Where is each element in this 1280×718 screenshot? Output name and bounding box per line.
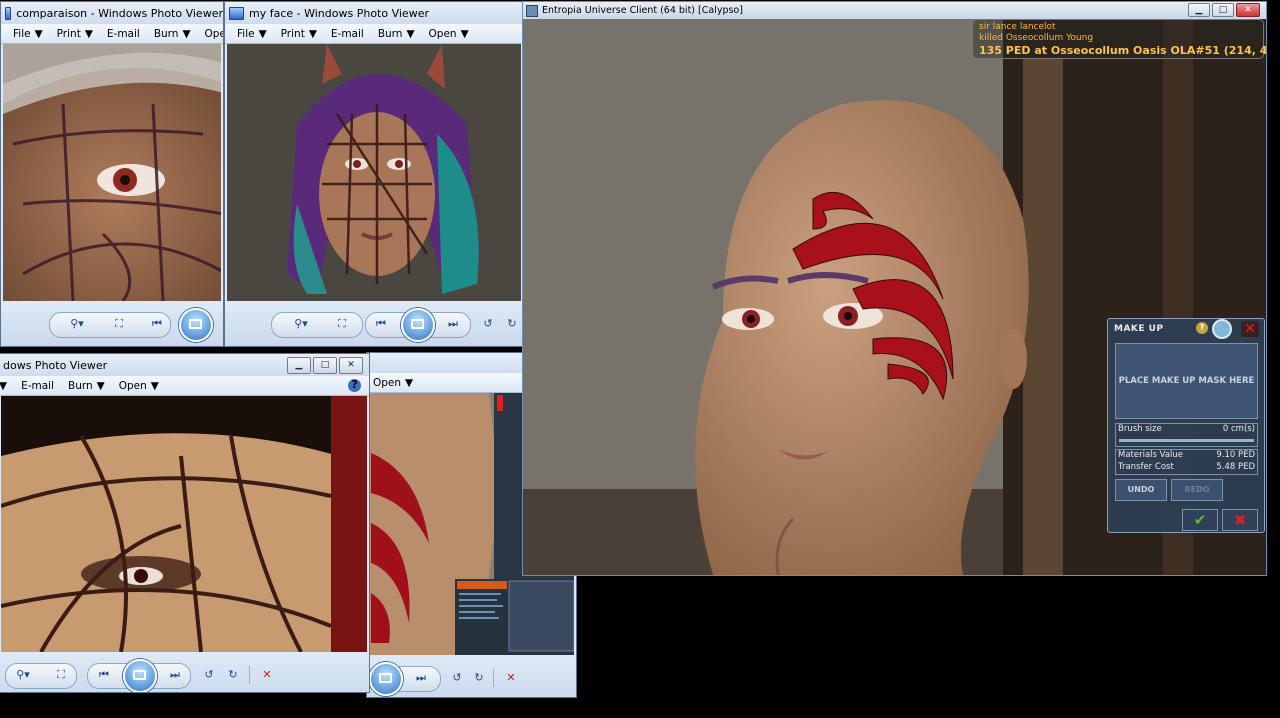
menu-email[interactable]: E-mail — [331, 28, 364, 40]
window-title: comparaison - Windows Photo Viewer — [16, 6, 223, 20]
forehead-closeup-image — [1, 396, 367, 652]
face-closeup-image — [3, 44, 221, 301]
minimize-button[interactable]: ▁ — [287, 357, 311, 374]
image-view[interactable] — [1, 396, 367, 652]
menu-burn[interactable]: Burn ▼ — [378, 28, 415, 40]
close-button[interactable]: ✕ — [1236, 3, 1260, 17]
menu-open[interactable]: Open ▼ — [373, 377, 413, 389]
menu-burn[interactable]: Burn ▼ — [68, 380, 105, 392]
title-bar[interactable]: comparaison - Windows Photo Viewer — [1, 2, 223, 24]
actual-size-icon[interactable]: ⛶ — [109, 316, 129, 332]
rotate-cw-icon[interactable]: ↻ — [469, 670, 489, 686]
nav-toolbar: ⚲▾ ⛶ ⏮ ⏭ ↺ ↻ — [225, 301, 523, 346]
delete-icon[interactable]: ✕ — [257, 667, 277, 683]
chat-line-player: sir lance lancelot — [979, 22, 1056, 32]
menu-bar: File ▼ Print ▼ E-mail Burn ▼ Open ▼ — [225, 24, 523, 44]
window-title: my face - Windows Photo Viewer — [249, 6, 429, 20]
maximize-button[interactable]: □ — [1212, 3, 1234, 17]
slideshow-button[interactable] — [369, 662, 403, 696]
menu-email[interactable]: E-mail — [21, 380, 54, 392]
menu-open[interactable]: Open ▼ — [429, 28, 469, 40]
transfer-row: Transfer Cost 5.48 PED — [1115, 462, 1258, 476]
menu-email[interactable]: E-mail — [107, 28, 140, 40]
brush-size-row: Brush size 0 cm(s) — [1115, 424, 1258, 438]
slideshow-button[interactable] — [179, 308, 213, 342]
zoom-icon[interactable]: ⚲▾ — [13, 667, 33, 683]
photo-viewer-icon — [5, 6, 12, 20]
entropia-icon — [526, 4, 538, 17]
nav-toolbar: ⏭ ↺ ↻ ✕ — [367, 655, 576, 697]
image-view[interactable] — [3, 44, 221, 301]
avatar-face-image — [227, 44, 521, 301]
minimize-button[interactable]: ▁ — [1188, 3, 1210, 17]
title-bar[interactable]: my face - Windows Photo Viewer — [225, 2, 523, 24]
window-title: Entropia Universe Client (64 bit) [Calyp… — [542, 5, 743, 16]
help-icon[interactable]: ? — [348, 379, 361, 392]
nav-toolbar: ⚲▾ ⛶ ⏮ ⏭ ↺ ↻ ✕ — [0, 652, 369, 692]
brush-size-slider[interactable] — [1119, 439, 1254, 442]
menu-print[interactable]: Print ▼ — [57, 28, 93, 40]
photo-viewer-front: dows Photo Viewer ▁ □ ✕ ▼ E-mail Burn▼ O… — [0, 353, 370, 693]
rotate-ccw-icon[interactable]: ↺ — [478, 316, 498, 332]
photo-viewer-my-face: my face - Windows Photo Viewer File ▼ Pri… — [224, 1, 524, 347]
menu-open[interactable]: Open ▼ — [119, 380, 159, 392]
actual-size-icon[interactable]: ⛶ — [332, 316, 352, 332]
maximize-button[interactable]: □ — [313, 357, 337, 374]
slideshow-button[interactable] — [123, 659, 157, 692]
makeup-mask-drop-area[interactable]: PLACE MAKE UP MASK HERE — [1115, 343, 1258, 419]
undo-button[interactable]: UNDO — [1115, 479, 1167, 501]
photo-viewer-comparaison: comparaison - Windows Photo Viewer File ▼… — [0, 1, 224, 347]
chat-line-loot: 135 PED at Osseocollum Oasis OLA#51 (214… — [979, 44, 1266, 57]
title-bar[interactable]: Entropia Universe Client (64 bit) [Calyp… — [523, 2, 1266, 19]
brush-size-value: 0 cm(s) — [1222, 424, 1255, 434]
window-title: dows Photo Viewer — [3, 358, 108, 372]
checkmark-icon[interactable]: ✔ — [1182, 509, 1218, 531]
zoom-icon[interactable]: ⚲▾ — [67, 316, 87, 332]
x-icon[interactable]: ✖ — [1222, 509, 1258, 531]
menu-print[interactable]: Print ▼ — [281, 28, 317, 40]
title-bar[interactable]: dows Photo Viewer ▁ □ ✕ — [0, 354, 369, 376]
image-view[interactable] — [227, 44, 521, 301]
close-icon[interactable]: ✕ — [1241, 321, 1259, 337]
redo-button[interactable]: REDO — [1171, 479, 1223, 501]
zoom-icon[interactable]: ⚲▾ — [291, 316, 311, 332]
previous-icon[interactable]: ⏮ — [371, 316, 391, 332]
previous-icon[interactable]: ⏮ — [94, 667, 114, 683]
menu-bar: File▼ Print▼ E-mail Burn▼ Open — [1, 24, 223, 44]
makeup-panel: MAKE UP ? ✕ PLACE MAKE UP MASK HERE Brus… — [1107, 318, 1265, 533]
photo-viewer-icon — [229, 6, 244, 20]
menu-burn[interactable]: Burn ▼ — [154, 28, 191, 40]
help-icon[interactable]: ? — [1196, 322, 1208, 334]
next-icon[interactable]: ⏭ — [443, 316, 463, 332]
menu-bar: ▼ E-mail Burn▼ Open▼ ? — [0, 376, 369, 396]
lock-icon[interactable] — [1212, 319, 1232, 339]
brush-size-label: Brush size — [1118, 424, 1162, 434]
next-icon[interactable]: ⏭ — [165, 667, 185, 683]
transfer-value: 5.48 PED — [1216, 462, 1255, 472]
menu-file[interactable]: File ▼ — [237, 28, 267, 40]
slideshow-button[interactable] — [401, 308, 435, 342]
rotate-ccw-icon[interactable]: ↺ — [447, 670, 467, 686]
global-chat: sir lance lancelot killed Osseocollum Yo… — [972, 19, 1266, 59]
actual-size-icon[interactable]: ⛶ — [51, 667, 71, 683]
menu-file[interactable]: File ▼ — [13, 28, 43, 40]
nav-toolbar: ⚲▾ ⛶ ⏮ — [1, 301, 223, 346]
delete-icon[interactable]: ✕ — [501, 670, 521, 686]
menu-open[interactable]: Open — [205, 28, 223, 40]
rotate-cw-icon[interactable]: ↻ — [502, 316, 522, 332]
previous-icon[interactable]: ⏮ — [147, 316, 167, 332]
rotate-ccw-icon[interactable]: ↺ — [199, 667, 219, 683]
close-button[interactable]: ✕ — [339, 357, 363, 374]
rotate-cw-icon[interactable]: ↻ — [223, 667, 243, 683]
next-icon[interactable]: ⏭ — [411, 670, 431, 686]
menu-overflow-caret[interactable]: ▼ — [0, 380, 7, 392]
chat-line-event: killed Osseocollum Young — [979, 33, 1094, 43]
transfer-label: Transfer Cost — [1118, 462, 1174, 472]
panel-title: MAKE UP — [1114, 324, 1164, 334]
